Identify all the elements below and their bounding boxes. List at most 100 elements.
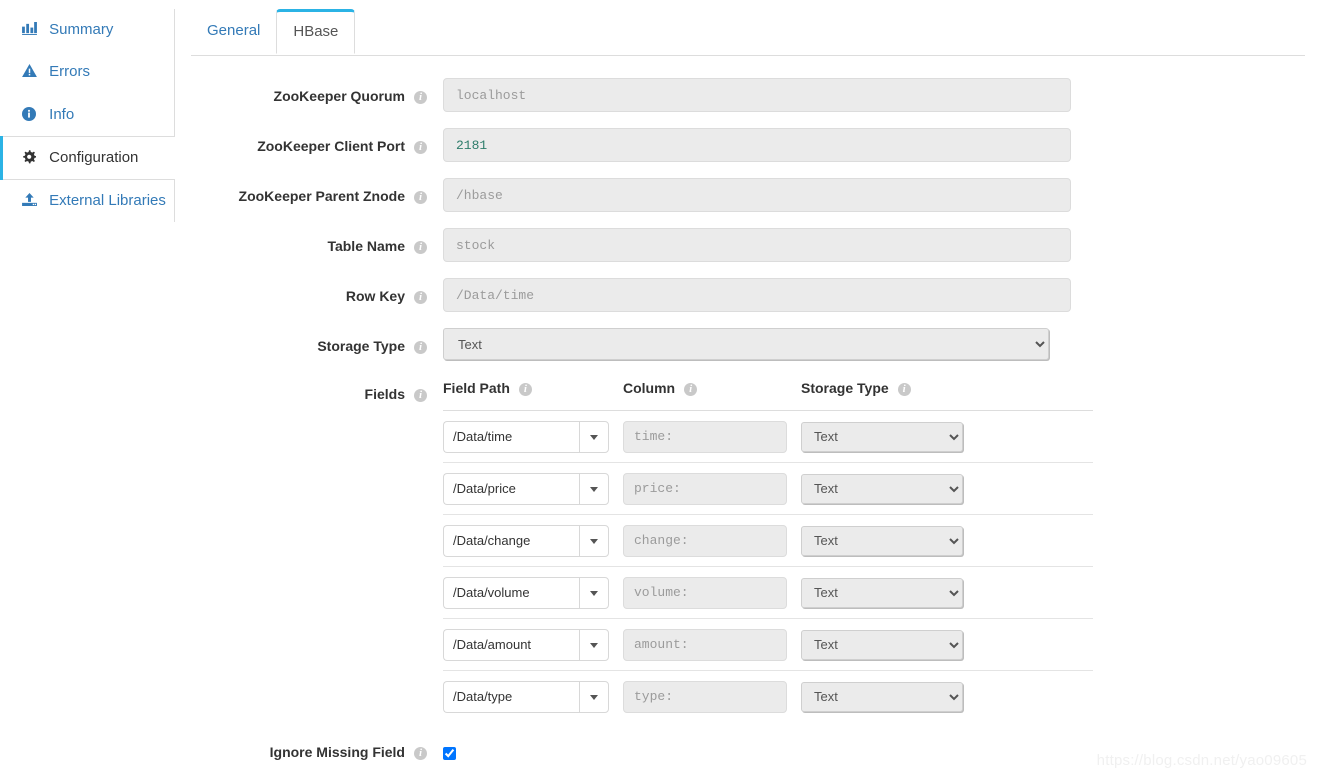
tab-label: HBase [293,23,339,40]
label-text: ZooKeeper Parent Znode [238,188,405,204]
info-tooltip-icon[interactable] [414,141,427,154]
info-tooltip-icon[interactable] [414,241,427,254]
info-tooltip-icon[interactable] [414,389,427,402]
page-root: Summary Errors Info Configuration Extern… [0,0,1321,777]
sidebar-item-label: Configuration [49,148,139,166]
sidebar-item-label: Summary [49,21,114,38]
column-input[interactable] [623,524,787,557]
field-control [443,738,456,760]
info-tooltip-icon[interactable] [684,383,698,396]
sidebar-item-label: Info [49,105,75,123]
field-path-input[interactable] [443,420,579,453]
column-input[interactable] [623,420,787,453]
field-label: Fields [175,378,427,404]
field-path-input[interactable] [443,628,579,661]
field-label: ZooKeeper Quorum [175,78,427,106]
sidebar-item-label: Errors [49,63,91,81]
field-control: Text [443,328,1049,360]
label-text: Ignore Missing Field [269,744,405,760]
field-label: Row Key [175,278,427,306]
field-control [443,178,1071,212]
info-tooltip-icon[interactable] [414,747,427,760]
form-row-zookeeper-quorum: ZooKeeper Quorum [175,78,1321,128]
column-input[interactable] [623,472,787,505]
field-label: ZooKeeper Client Port [175,128,427,156]
header-label: Storage Type [801,380,889,396]
header-label: Column [623,380,676,396]
field-label: Table Name [175,228,427,256]
sidebar-item-label: External Libraries [49,192,166,209]
fields-table-row: Text [443,515,1093,567]
row-storage-type-select[interactable]: Text [801,473,963,504]
field-path-combo [443,524,609,557]
info-tooltip-icon[interactable] [414,91,427,104]
row-storage-type-select[interactable]: Text [801,577,963,608]
fields-table-row: Text [443,463,1093,515]
sidebar-item-summary[interactable]: Summary [0,9,174,51]
fields-table: Field Path Column Storage Type TextTextT… [443,378,1093,722]
field-path-combo [443,420,609,453]
row-storage-type-select[interactable]: Text [801,525,963,556]
chevron-down-icon[interactable] [579,524,609,557]
tab-bar: General HBase [191,0,1305,56]
field-path-combo [443,680,609,713]
column-header-column: Column [623,378,801,398]
row-storage-type-select[interactable]: Text [801,421,963,452]
label-text: ZooKeeper Client Port [257,138,405,154]
field-path-input[interactable] [443,576,579,609]
form-row-storage-type: Storage Type Text [175,328,1321,378]
form-row-zookeeper-parent-znode: ZooKeeper Parent Znode [175,178,1321,228]
gear-icon [22,149,38,164]
column-header-storage-type: Storage Type [801,378,971,398]
column-header-field-path: Field Path [443,378,623,398]
chevron-down-icon[interactable] [579,472,609,505]
field-path-input[interactable] [443,524,579,557]
column-input[interactable] [623,628,787,661]
main-content: General HBase ZooKeeper Quorum ZooKeeper… [175,0,1321,777]
zookeeper-client-port-input[interactable] [443,128,1071,162]
chevron-down-icon[interactable] [579,420,609,453]
info-tooltip-icon[interactable] [518,383,532,396]
sidebar-item-info[interactable]: Info [0,94,174,136]
field-control [443,78,1071,112]
info-tooltip-icon[interactable] [897,383,911,396]
watermark: https://blog.csdn.net/yao09605 [1096,752,1307,769]
info-tooltip-icon[interactable] [414,191,427,204]
row-key-input[interactable] [443,278,1071,312]
ignore-missing-field-checkbox[interactable] [443,746,456,760]
storage-type-select[interactable]: Text [443,328,1049,360]
chevron-down-icon[interactable] [579,628,609,661]
fields-table-row: Text [443,619,1093,671]
table-name-input[interactable] [443,228,1071,262]
info-tooltip-icon[interactable] [414,291,427,304]
sidebar: Summary Errors Info Configuration Extern… [0,0,175,223]
column-input[interactable] [623,576,787,609]
zookeeper-quorum-input[interactable] [443,78,1071,112]
form-row-row-key: Row Key [175,278,1321,328]
chevron-down-icon[interactable] [579,576,609,609]
field-path-input[interactable] [443,680,579,713]
chevron-down-icon[interactable] [579,680,609,713]
form-row-table-name: Table Name [175,228,1321,278]
sidebar-item-configuration[interactable]: Configuration [0,135,175,181]
tab-general[interactable]: General [191,9,276,52]
info-tooltip-icon[interactable] [414,341,427,354]
field-path-input[interactable] [443,472,579,505]
field-label: ZooKeeper Parent Znode [175,178,427,206]
field-path-combo [443,576,609,609]
tab-hbase[interactable]: HBase [276,9,356,54]
row-storage-type-select[interactable]: Text [801,629,963,660]
zookeeper-parent-znode-input[interactable] [443,178,1071,212]
field-control [443,128,1071,162]
sidebar-item-errors[interactable]: Errors [0,51,174,93]
field-path-combo [443,628,609,661]
column-input[interactable] [623,680,787,713]
form-row-fields: Fields Field Path Column Storage Type [175,378,1321,738]
tab-label: General [207,22,261,39]
field-control [443,278,1071,312]
fields-table-row: Text [443,567,1093,619]
sidebar-item-external-libraries[interactable]: External Libraries [0,180,174,222]
row-storage-type-select[interactable]: Text [801,681,963,712]
fields-table-row: Text [443,411,1093,463]
fields-table-body: Text Text Text Text Text Text [443,411,1093,722]
